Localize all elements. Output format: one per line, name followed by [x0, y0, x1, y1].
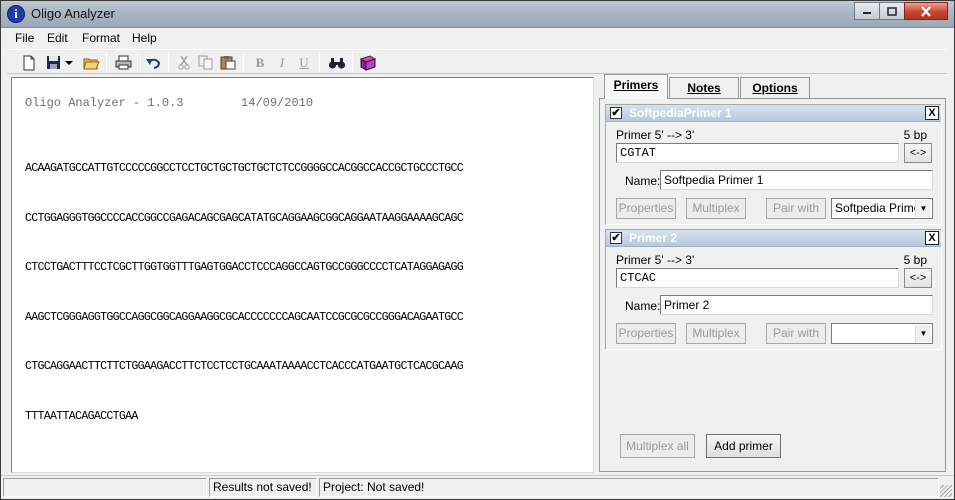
bold-icon[interactable]: B	[250, 53, 270, 72]
primer-direction-label: Primer 5' --> 3'	[616, 128, 695, 142]
primer-card-title: SoftpediaPrimer 1	[629, 106, 732, 120]
sequence-line: CTGCAGGAACTTCTTCTGGAAGACCTTCTCCTCCTGCAAA…	[25, 360, 464, 373]
close-window-icon[interactable]	[904, 2, 948, 20]
status-cell	[3, 478, 207, 497]
primer-sequence-input[interactable]: CGTAT	[616, 143, 899, 163]
sequence-line: ACAAGATGCCATTGTCCCCCGGCCTCCTGCTGCTGCTGCT…	[25, 162, 464, 175]
undo-icon[interactable]	[143, 53, 163, 72]
app-icon: i	[7, 5, 25, 23]
tab-options[interactable]: Options	[740, 77, 810, 99]
multiplex-button[interactable]: Multiplex	[686, 198, 746, 219]
pair-with-select[interactable]: ▼	[831, 323, 933, 344]
menu-file[interactable]: File	[15, 31, 34, 45]
primer-enabled-checkbox[interactable]: ✔	[610, 232, 622, 244]
primer-name-input[interactable]: Softpedia Primer 1	[660, 170, 933, 190]
primer-sequence-input[interactable]: CTCAC	[616, 268, 899, 288]
save-icon[interactable]	[43, 53, 63, 72]
sequence-text[interactable]: ACAAGATGCCATTGTCCCCCGGCCTCCTGCTGCTGCTGCT…	[25, 128, 590, 458]
window-controls	[854, 2, 948, 21]
tab-notes[interactable]: Notes	[669, 77, 739, 99]
sequence-line: CTCCTGACTTTCCTCGCTTGGTGGTTTGAGTGGACCTCCC…	[25, 261, 464, 274]
pair-with-value: Softpedia Primer	[835, 201, 925, 215]
new-icon[interactable]	[19, 53, 39, 72]
primer-enabled-checkbox[interactable]: ✔	[610, 107, 622, 119]
status-bar: Results not saved! Project: Not saved!	[1, 475, 954, 499]
primer-name-label: Name:	[625, 299, 661, 313]
maximize-icon[interactable]	[879, 2, 905, 20]
primer-card-header: ✔ SoftpediaPrimer 1 X	[606, 105, 941, 122]
chevron-down-icon[interactable]: ▼	[915, 325, 931, 342]
find-icon[interactable]	[327, 53, 347, 72]
print-icon[interactable]	[113, 53, 133, 72]
remove-primer-button[interactable]: X	[925, 231, 939, 245]
project-status: Project: Not saved!	[319, 478, 939, 497]
pair-with-button[interactable]: Pair with	[766, 323, 826, 344]
menu-edit[interactable]: Edit	[47, 31, 68, 45]
primers-tab-body: ✔ SoftpediaPrimer 1 X Primer 5' --> 3' 5…	[599, 98, 946, 472]
italic-icon[interactable]: I	[272, 53, 292, 72]
window-title: Oligo Analyzer	[31, 6, 115, 21]
paste-icon[interactable]	[218, 53, 238, 72]
sequence-editor[interactable]: Oligo Analyzer - 1.0.3 14/09/2010 ACAAGA…	[11, 77, 594, 473]
multiplex-all-button[interactable]: Multiplex all	[620, 434, 695, 458]
menu-format[interactable]: Format	[82, 31, 120, 45]
primer-name-input[interactable]: Primer 2	[660, 295, 933, 315]
menu-help[interactable]: Help	[132, 31, 157, 45]
sequence-line: TTTAATTACAGACCTGAA	[25, 409, 138, 423]
pair-with-select[interactable]: Softpedia Primer ▼	[831, 198, 933, 219]
primer-card: ✔ Primer 2 X Primer 5' --> 3' 5 bp CTCAC…	[605, 229, 942, 350]
title-bar[interactable]: i Oligo Analyzer	[1, 1, 954, 28]
minimize-icon[interactable]	[854, 2, 880, 20]
reverse-primer-button[interactable]: <->	[904, 143, 932, 163]
chevron-down-icon[interactable]: ▼	[915, 200, 931, 217]
primers-panel: Primers Notes Options ✔ SoftpediaPrimer …	[599, 74, 947, 473]
pair-with-button[interactable]: Pair with	[766, 198, 826, 219]
open-icon[interactable]	[81, 53, 101, 72]
properties-button[interactable]: Properties	[616, 323, 676, 344]
primer-length: 5 bp	[903, 253, 927, 267]
copy-icon[interactable]	[196, 53, 216, 72]
resize-grip-icon[interactable]	[940, 485, 952, 497]
editor-header: Oligo Analyzer - 1.0.3 14/09/2010	[25, 96, 314, 110]
app-window: i Oligo Analyzer File Edit Format Help B…	[0, 0, 955, 500]
toolbar: B I U	[7, 49, 947, 74]
multiplex-button[interactable]: Multiplex	[686, 323, 746, 344]
remove-primer-button[interactable]: X	[925, 106, 939, 120]
menu-bar: File Edit Format Help	[1, 29, 954, 48]
add-primer-button[interactable]: Add primer	[706, 434, 781, 458]
underline-icon[interactable]: U	[294, 53, 314, 72]
cut-icon[interactable]	[174, 53, 194, 72]
book-icon[interactable]	[358, 53, 378, 72]
tab-primers[interactable]: Primers	[604, 74, 668, 99]
primer-direction-label: Primer 5' --> 3'	[616, 253, 695, 267]
primer-card-header: ✔ Primer 2 X	[606, 230, 941, 247]
primer-card: ✔ SoftpediaPrimer 1 X Primer 5' --> 3' 5…	[605, 104, 942, 225]
sequence-line: CCTGGAGGGTGGCCCCACCGGCCGAGACAGCGAGCATATG…	[25, 211, 464, 225]
primer-name-label: Name:	[625, 174, 661, 188]
properties-button[interactable]: Properties	[616, 198, 676, 219]
primer-length: 5 bp	[903, 128, 927, 142]
reverse-primer-button[interactable]: <->	[904, 268, 932, 288]
sequence-line: AAGCTCGGGAGGTGGCCAGGCGGCAGGAAGGCGCACCCCC…	[25, 310, 464, 324]
dropdown-arrow-icon[interactable]	[63, 53, 75, 72]
primer-card-title: Primer 2	[629, 231, 678, 245]
results-status: Results not saved!	[209, 478, 317, 497]
